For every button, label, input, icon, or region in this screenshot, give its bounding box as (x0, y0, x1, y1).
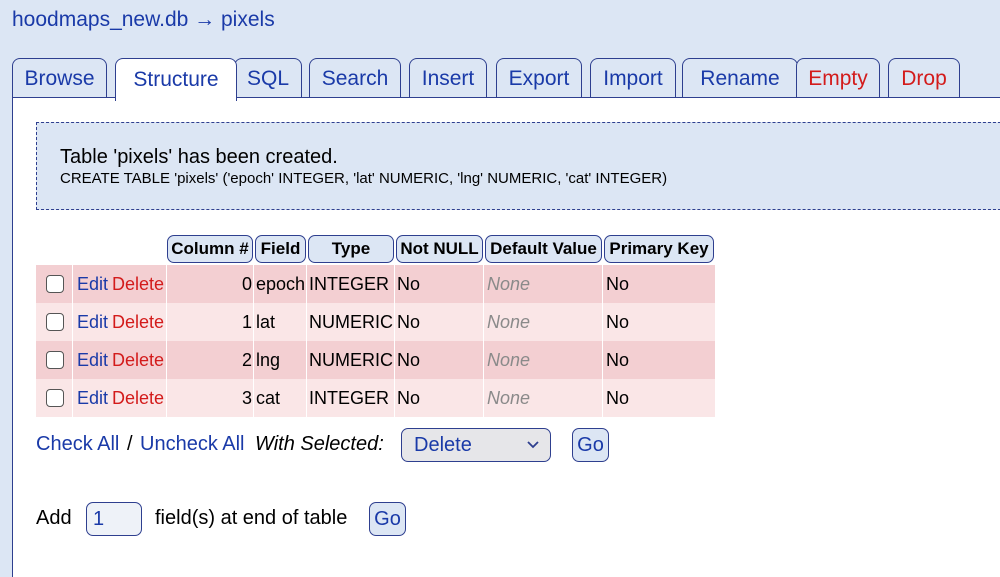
breadcrumb-db-link[interactable]: hoodmaps_new.db (12, 8, 188, 31)
structure-table: Column # Field Type Not NULL Default Val… (36, 235, 716, 418)
tab-sql[interactable]: SQL (234, 58, 302, 98)
delete-link[interactable]: Delete (112, 341, 164, 379)
column-number: 3 (241, 387, 252, 408)
status-message: Table 'pixels' has been created. CREATE … (36, 122, 1000, 210)
field-type: INTEGER (309, 273, 390, 294)
breadcrumb-arrow: → (194, 8, 216, 31)
column-number: 1 (241, 311, 252, 332)
edit-link[interactable]: Edit (77, 379, 108, 417)
check-all-link[interactable]: Check All (36, 433, 119, 456)
table-row: Edit Delete 0 epoch INTEGER No None No (36, 265, 715, 303)
with-selected-label: With Selected: (255, 433, 384, 455)
edit-link[interactable]: Edit (77, 341, 108, 379)
field-name: cat (256, 387, 281, 408)
bulk-actions: Check All / Uncheck All With Selected: D… (36, 426, 656, 464)
tab-structure[interactable]: Structure (115, 58, 237, 101)
uncheck-all-link[interactable]: Uncheck All (140, 433, 245, 456)
table-row: Edit Delete 1 lat NUMERIC No None No (36, 303, 715, 341)
tab-insert[interactable]: Insert (409, 58, 487, 98)
field-default: None (487, 273, 531, 294)
add-field-row: Add 1 field(s) at end of table Go (36, 500, 456, 538)
field-type: INTEGER (309, 387, 390, 408)
table-row: Edit Delete 2 lng NUMERIC No None No (36, 341, 715, 379)
add-field-suffix: field(s) at end of table (155, 507, 348, 529)
field-type: NUMERIC (309, 311, 393, 332)
add-field-prefix: Add (36, 507, 72, 529)
field-name: epoch (256, 273, 306, 294)
tab-import[interactable]: Import (590, 58, 676, 98)
field-not-null: No (397, 311, 421, 332)
row-checkbox[interactable] (46, 351, 64, 369)
edit-link[interactable]: Edit (77, 303, 108, 341)
column-number: 0 (241, 273, 252, 294)
delete-link[interactable]: Delete (112, 379, 164, 417)
bulk-go-button[interactable]: Go (572, 428, 609, 462)
field-primary-key: No (606, 273, 630, 294)
delete-link[interactable]: Delete (112, 303, 164, 341)
tab-drop[interactable]: Drop (888, 58, 960, 98)
chevron-down-icon (527, 441, 539, 449)
add-field-go-button[interactable]: Go (369, 502, 406, 536)
edit-link[interactable]: Edit (77, 265, 108, 303)
field-not-null: No (397, 387, 421, 408)
field-not-null: No (397, 349, 421, 370)
link-separator: / (127, 433, 133, 455)
header-column-number: Column # (167, 235, 253, 263)
row-checkbox[interactable] (46, 313, 64, 331)
field-default: None (487, 311, 531, 332)
field-not-null: No (397, 273, 421, 294)
tab-bar: Browse Structure SQL Search Insert Expor… (12, 58, 1000, 101)
tab-empty[interactable]: Empty (796, 58, 880, 98)
header-default-value: Default Value (485, 235, 602, 263)
field-default: None (487, 349, 531, 370)
status-message-sql: CREATE TABLE 'pixels' ('epoch' INTEGER, … (60, 170, 668, 187)
header-field: Field (255, 235, 306, 263)
column-number: 2 (241, 349, 252, 370)
row-checkbox[interactable] (46, 389, 64, 407)
tab-rename[interactable]: Rename (682, 58, 798, 98)
delete-link[interactable]: Delete (112, 265, 164, 303)
tab-search[interactable]: Search (309, 58, 401, 98)
header-not-null: Not NULL (396, 235, 483, 263)
add-field-count-input[interactable]: 1 (86, 502, 142, 536)
field-primary-key: No (606, 311, 630, 332)
field-name: lat (256, 311, 276, 332)
status-message-title: Table 'pixels' has been created. (60, 146, 338, 168)
field-primary-key: No (606, 349, 630, 370)
tab-browse[interactable]: Browse (12, 58, 107, 98)
row-checkbox[interactable] (46, 275, 64, 293)
breadcrumb-table-link[interactable]: pixels (221, 8, 275, 31)
tab-export[interactable]: Export (496, 58, 582, 98)
field-type: NUMERIC (309, 349, 393, 370)
field-default: None (487, 387, 531, 408)
with-selected-select[interactable]: Delete (401, 428, 551, 462)
field-name: lng (256, 349, 281, 370)
with-selected-value: Delete (414, 433, 472, 456)
header-type: Type (308, 235, 394, 263)
table-row: Edit Delete 3 cat INTEGER No None No (36, 379, 715, 417)
breadcrumb: hoodmaps_new.db → pixels (12, 8, 275, 32)
field-primary-key: No (606, 387, 630, 408)
header-primary-key: Primary Key (604, 235, 714, 263)
